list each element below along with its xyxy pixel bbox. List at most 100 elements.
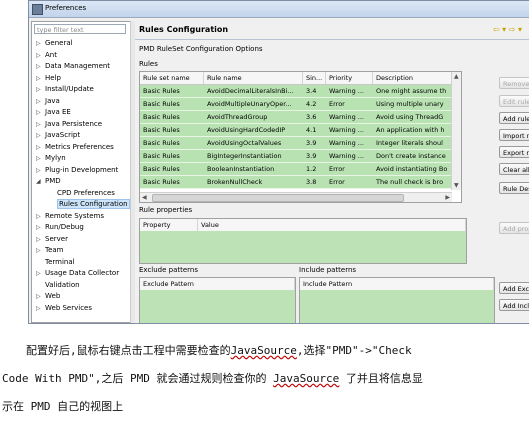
tree-item[interactable]: ▷ Remote Systems (36, 211, 104, 222)
include-patterns-table[interactable]: Include Pattern (299, 277, 495, 323)
expand-toggle-icon[interactable]: ▷ (36, 153, 45, 164)
tree-item[interactable]: Validation (36, 280, 80, 291)
tree-item-label: Java EE (45, 108, 71, 116)
scroll-up-icon[interactable]: ▲ (454, 73, 459, 80)
tree-item[interactable]: ▷ Data Management (36, 61, 110, 72)
table-cell: Basic Rules (143, 152, 180, 160)
filter-input[interactable]: type filter text (34, 24, 126, 34)
table-row[interactable]: Basic Rules AvoidDecimalLiteralsInBi... 3.… (140, 85, 452, 98)
col-since[interactable]: Sin... (303, 72, 326, 84)
add-exclude-pattern-button[interactable]: Add Exclude Pattern (499, 282, 529, 294)
exclude-patterns-label: Exclude patterns (139, 266, 199, 274)
expand-toggle-icon[interactable]: ▷ (36, 130, 45, 141)
caption-text: ,选择"PMD"->"Check (296, 344, 412, 357)
rule-designer-button[interactable]: Rule Designer (499, 182, 529, 194)
tree-item-label: Help (45, 73, 61, 82)
col-description[interactable]: Description (373, 72, 452, 84)
expand-toggle-icon[interactable]: ▷ (36, 96, 45, 107)
expand-toggle-icon[interactable]: ▷ (36, 107, 45, 118)
add-property-button[interactable]: Add property... (499, 222, 529, 234)
expand-toggle-icon[interactable]: ▷ (36, 268, 45, 279)
tree-item[interactable]: ▷ Usage Data Collector (36, 268, 119, 279)
exclude-patterns-table[interactable]: Exclude Pattern (139, 277, 296, 323)
rules-vertical-scrollbar[interactable]: ▲ ▼ (451, 72, 461, 190)
table-row[interactable]: Basic Rules BrokenNullCheck 3.8 Error The nu… (140, 176, 452, 189)
table-cell: Warning ... (329, 126, 364, 134)
history-nav-icons[interactable]: ⇦ ▾ ⇨ ▾ (493, 25, 522, 34)
rules-configuration-page: Rules Configuration ⇦ ▾ ⇨ ▾ PMD RuleSet … (135, 19, 529, 323)
tree-item[interactable]: ▷ Java EE (36, 107, 71, 118)
tree-item[interactable]: ▷ Java Persistence (36, 119, 102, 130)
tree-item-label: Plug-in Development (45, 165, 119, 174)
table-row[interactable]: Basic Rules AvoidUsingHardCodedIP 4.1 Warni… (140, 124, 452, 137)
expand-toggle-icon[interactable]: ▷ (36, 61, 45, 72)
col-ruleset[interactable]: Rule set name (140, 72, 204, 84)
expand-toggle-icon[interactable]: ▷ (36, 291, 45, 302)
tree-item-label: Mylyn (45, 154, 66, 162)
col-property[interactable]: Property (140, 219, 198, 231)
tree-item[interactable]: ▷ Web (36, 291, 60, 302)
tree-item[interactable]: ▷ General (36, 38, 73, 49)
tree-item[interactable]: Rules Configuration (48, 199, 130, 210)
tree-item[interactable]: ▷ Server (36, 234, 68, 245)
exclude-body (140, 290, 295, 323)
rules-table[interactable]: Rule set name Rule name Sin... Priority … (139, 71, 462, 203)
expand-toggle-icon[interactable]: ▷ (36, 245, 45, 256)
tree-item[interactable]: ▷ Mylyn (36, 153, 66, 164)
expand-toggle-icon[interactable]: ▷ (36, 142, 45, 153)
tree-item[interactable]: ▷ Web Services (36, 303, 92, 314)
add-rule-button[interactable]: Add rule... (499, 112, 529, 124)
table-cell: BigIntegerInstantiation (207, 152, 282, 160)
table-row[interactable]: Basic Rules AvoidThreadGroup 3.6 Warning ..… (140, 111, 452, 124)
edit-rule-button[interactable]: Edit rule... (499, 95, 529, 107)
col-include-pattern[interactable]: Include Pattern (300, 278, 494, 290)
rules-table-header: Rule set name Rule name Sin... Priority … (140, 72, 461, 85)
tree-item[interactable]: ▷ Help (36, 73, 61, 84)
tree-item[interactable]: ▷ Team (36, 245, 64, 256)
scroll-left-icon[interactable]: ◀ (142, 194, 147, 201)
expand-toggle-icon[interactable]: ▷ (36, 234, 45, 245)
scroll-down-icon[interactable]: ▼ (454, 182, 459, 189)
tree-item[interactable]: ▷ Metrics Preferences (36, 142, 114, 153)
table-cell: Error (329, 100, 345, 108)
rules-horizontal-scrollbar[interactable]: ◀ ▶ (140, 192, 452, 202)
col-exclude-pattern[interactable]: Exclude Pattern (140, 278, 295, 290)
expand-toggle-icon[interactable]: ▷ (36, 165, 45, 176)
preferences-app-icon (32, 4, 43, 15)
expand-toggle-icon[interactable]: ▷ (36, 211, 45, 222)
tree-item[interactable]: ▷ Install/Update (36, 84, 94, 95)
tree-item[interactable]: ▷ Ant (36, 50, 57, 61)
tree-item[interactable]: ◢ PMD (36, 176, 61, 187)
expand-toggle-icon[interactable]: ▷ (36, 50, 45, 61)
horizontal-scroll-thumb[interactable] (152, 194, 404, 202)
expand-toggle-icon[interactable]: ▷ (36, 73, 45, 84)
table-row[interactable]: Basic Rules BooleanInstantiation 1.2 Error A… (140, 163, 452, 176)
tree-item[interactable]: ▷ JavaScript (36, 130, 80, 141)
rule-properties-table[interactable]: Property Value (139, 218, 467, 264)
col-value[interactable]: Value (198, 219, 466, 231)
expand-toggle-icon[interactable]: ▷ (36, 303, 45, 314)
clear-all-button[interactable]: Clear all (499, 163, 529, 175)
export-ruleset-button[interactable]: Export rule set... (499, 146, 529, 158)
add-include-pattern-button[interactable]: Add Include Pattern (499, 299, 529, 311)
table-cell: Basic Rules (143, 126, 180, 134)
expand-toggle-icon[interactable]: ◢ (36, 176, 45, 187)
tree-item[interactable]: ▷ Java (36, 96, 60, 107)
col-priority[interactable]: Priority (326, 72, 373, 84)
tree-item[interactable]: ▷ Plug-in Development (36, 165, 118, 176)
import-ruleset-button[interactable]: Import rule set... (499, 129, 529, 141)
table-row[interactable]: Basic Rules AvoidUsingOctalValues 3.9 Warni… (140, 137, 452, 150)
col-rulename[interactable]: Rule name (204, 72, 303, 84)
table-row[interactable]: Basic Rules AvoidMultipleUnaryOper... 4.2 E… (140, 98, 452, 111)
tree-item[interactable]: Terminal (36, 257, 75, 268)
expand-toggle-icon[interactable]: ▷ (36, 119, 45, 130)
remove-rule-button[interactable]: Remove rule (499, 77, 529, 89)
expand-toggle-icon[interactable]: ▷ (36, 84, 45, 95)
expand-toggle-icon[interactable]: ▷ (36, 38, 45, 49)
scroll-right-icon[interactable]: ▶ (445, 194, 450, 201)
table-row[interactable]: Basic Rules BigIntegerInstantiation 3.9 War… (140, 150, 452, 163)
tree-item[interactable]: CPD Preferences (48, 188, 115, 199)
tree-item[interactable]: ▷ Run/Debug (36, 222, 84, 233)
table-cell: Warning ... (329, 87, 364, 95)
expand-toggle-icon[interactable]: ▷ (36, 222, 45, 233)
